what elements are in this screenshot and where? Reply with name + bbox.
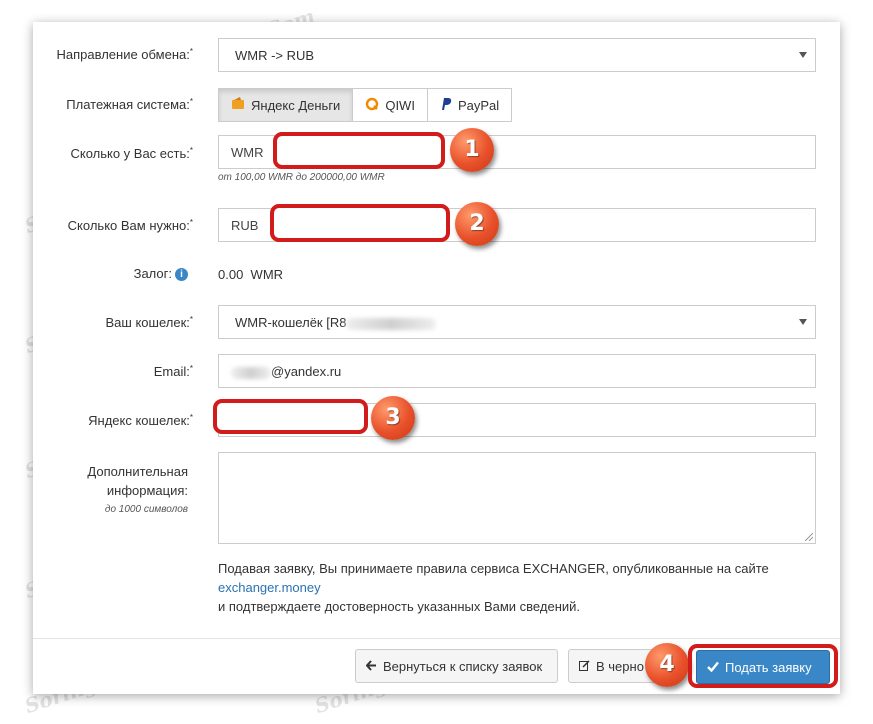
payment-yandex-button[interactable]: Яндекс Деньги — [218, 88, 354, 122]
chevron-down-icon — [799, 319, 807, 325]
step-badge-3: 3 — [371, 396, 415, 440]
have-currency-addon: WMR — [231, 145, 264, 160]
terms-line-1: Подавая заявку, Вы принимаете правила се… — [218, 561, 769, 576]
payment-system-group: Яндекс Деньги QIWI PayPal — [218, 88, 513, 122]
step-badge-4: 4 — [645, 643, 689, 687]
arrow-left-icon — [365, 659, 377, 674]
wallet-value: WMR-кошелёк [R8 — [235, 315, 437, 330]
chevron-down-icon — [799, 52, 807, 58]
back-to-list-label: Вернуться к списку заявок — [383, 658, 543, 674]
qiwi-icon — [365, 97, 379, 114]
wallet-select[interactable]: WMR-кошелёк [R8 — [218, 305, 816, 339]
need-currency-addon: RUB — [231, 218, 259, 233]
wallet-label: Ваш кошелек:* — [105, 315, 193, 330]
payment-system-label: Платежная система:* — [66, 97, 193, 112]
back-to-list-button[interactable]: Вернуться к списку заявок — [355, 649, 558, 683]
extra-info-textarea[interactable] — [218, 452, 816, 544]
info-icon[interactable]: i — [175, 268, 188, 282]
terms-link[interactable]: exchanger.money — [218, 580, 321, 595]
step-badge-2: 2 — [455, 202, 499, 246]
edit-icon — [579, 659, 590, 674]
payment-paypal-button[interactable]: PayPal — [427, 88, 513, 122]
extra-info-label: Дополнительная информация: до 1000 симво… — [43, 462, 188, 519]
terms-line-2: и подтверждаете достоверность указанных … — [218, 599, 581, 614]
yandex-money-icon — [231, 96, 245, 114]
email-field[interactable]: @yandex.ru — [218, 354, 816, 388]
yandex-wallet-label: Яндекс кошелек:* — [88, 413, 193, 428]
paypal-icon — [440, 97, 452, 114]
payment-qiwi-label: QIWI — [385, 97, 415, 113]
submit-label: Подать заявку — [725, 659, 812, 675]
email-label: Email:* — [153, 364, 193, 379]
exchange-form: Направление обмена:* WMR -> RUB Платежна… — [33, 22, 840, 694]
email-value: @yandex.ru — [231, 364, 341, 379]
direction-label: Направление обмена:* — [56, 47, 193, 62]
blurred-email-user — [231, 366, 271, 379]
yandex-wallet-input-highlight[interactable] — [213, 399, 368, 434]
have-amount-input-highlight[interactable] — [273, 132, 445, 169]
terms-text: Подавая заявку, Вы принимаете правила се… — [218, 559, 818, 616]
need-amount-input-highlight[interactable] — [270, 204, 450, 242]
submit-button[interactable]: Подать заявку — [696, 650, 830, 684]
have-hint: от 100,00 WMR до 200000,00 WMR — [218, 172, 385, 183]
payment-paypal-label: PayPal — [457, 97, 500, 113]
blurred-wallet-number — [346, 317, 437, 330]
check-icon — [707, 660, 719, 675]
direction-value: WMR -> RUB — [235, 48, 315, 63]
deposit-value: 0.00 WMR — [218, 267, 284, 282]
deposit-label: Залог: i — [43, 266, 188, 282]
resize-handle-icon[interactable] — [805, 533, 813, 541]
extra-info-hint: до 1000 символов — [104, 504, 188, 515]
footer-divider — [33, 638, 840, 639]
step-badge-1: 1 — [450, 128, 494, 172]
have-label: Сколько у Вас есть:* — [70, 146, 193, 161]
save-draft-label: В черно — [596, 658, 644, 674]
direction-select[interactable]: WMR -> RUB — [218, 38, 816, 72]
payment-qiwi-button[interactable]: QIWI — [353, 88, 428, 122]
payment-yandex-label: Яндекс Деньги — [251, 97, 341, 113]
need-label: Сколько Вам нужно:* — [67, 218, 193, 233]
